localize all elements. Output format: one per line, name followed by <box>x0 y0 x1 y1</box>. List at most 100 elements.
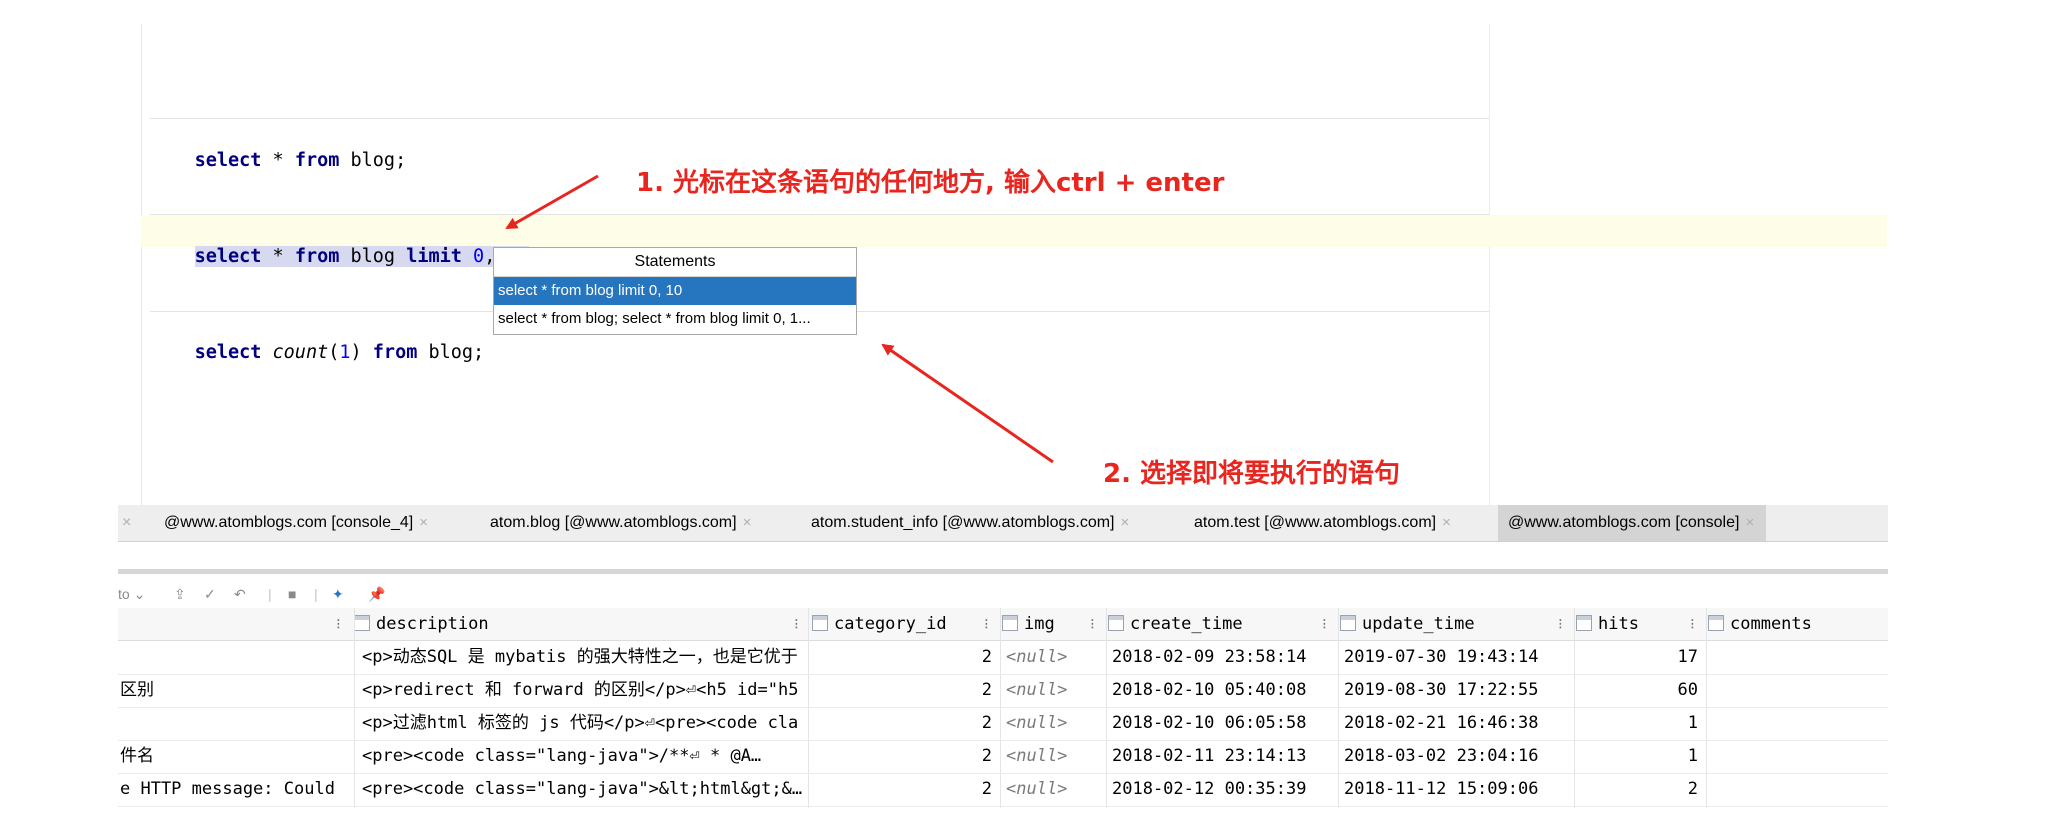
column-icon <box>1002 615 1018 631</box>
table-row[interactable]: e HTTP message: Could <pre><code class="… <box>118 773 1888 807</box>
cell-category-id[interactable]: 2 <box>812 740 992 772</box>
cell-img[interactable]: <null> <box>1006 641 1102 673</box>
column-label: update_time <box>1362 614 1475 634</box>
cell-img[interactable]: <null> <box>1006 674 1102 706</box>
divider-icon: | <box>268 586 272 602</box>
cell-create-time[interactable]: 2018-02-10 06:05:58 <box>1112 707 1334 739</box>
sort-icon[interactable]: ⁝ <box>794 608 799 640</box>
pin-icon[interactable]: 📌 <box>368 582 385 606</box>
cell-title[interactable]: 件名 <box>120 740 350 772</box>
close-icon[interactable]: × <box>743 514 752 531</box>
column-header-img[interactable]: img <box>1002 608 1055 640</box>
commit-icon[interactable]: ⇪ <box>174 582 186 606</box>
arrow-to-popup-icon <box>881 343 1054 464</box>
stop-icon[interactable]: ■ <box>288 582 296 606</box>
column-label: img <box>1024 614 1055 634</box>
column-label: description <box>376 614 489 634</box>
tab-label: @www.atomblogs.com [console] <box>1508 514 1740 531</box>
close-icon[interactable]: × <box>419 514 428 531</box>
cell-update-time[interactable]: 2018-03-02 23:04:16 <box>1344 740 1570 772</box>
cell-title[interactable] <box>120 707 350 739</box>
table-row[interactable]: 区别 <p>redirect 和 forward 的区别</p>⏎<h5 id=… <box>118 674 1888 708</box>
cell-description[interactable]: <pre><code class="lang-java">&lt;html&gt… <box>362 773 804 805</box>
results-toolbar: to ⌄ ⇪ ✓ ↶ | ■ | ✦ 📌 <box>118 580 718 608</box>
cell-update-time[interactable]: 2018-11-12 15:09:06 <box>1344 773 1570 805</box>
cell-create-time[interactable]: 2018-02-09 23:58:14 <box>1112 641 1334 673</box>
column-header-description[interactable]: description <box>354 608 489 640</box>
close-icon[interactable]: × <box>1121 514 1130 531</box>
cell-hits[interactable]: 2 <box>1578 773 1698 805</box>
cell-title[interactable]: e HTTP message: Could <box>120 773 350 805</box>
arrow-to-statement-icon <box>505 174 599 230</box>
sort-icon[interactable]: ⁝ <box>984 608 989 640</box>
cell-hits[interactable]: 1 <box>1578 707 1698 739</box>
column-label: category_id <box>834 614 947 634</box>
cell-update-time[interactable]: 2018-02-21 16:46:38 <box>1344 707 1570 739</box>
cell-category-id[interactable]: 2 <box>812 674 992 706</box>
tab-atom-blog[interactable]: atom.blog [@www.atomblogs.com] × <box>490 505 751 541</box>
cell-img[interactable]: <null> <box>1006 707 1102 739</box>
divider-icon: | <box>314 586 318 602</box>
cell-title[interactable]: 区别 <box>120 674 350 706</box>
tx-mode-label: to <box>118 586 130 602</box>
table-row[interactable]: <p>过滤html 标签的 js 代码</p>⏎<pre><code cla 2… <box>118 707 1888 741</box>
cell-title[interactable] <box>120 641 350 673</box>
results-grid: ⁝ description ⁝ category_id ⁝ img ⁝ crea… <box>118 608 1888 808</box>
column-header-update-time[interactable]: update_time <box>1340 608 1475 640</box>
panel-splitter[interactable] <box>118 569 1888 574</box>
column-icon <box>1576 615 1592 631</box>
column-label: comments <box>1730 614 1812 634</box>
column-header-hits[interactable]: hits <box>1576 608 1639 640</box>
table-row[interactable]: 件名 <pre><code class="lang-java">/**⏎ * @… <box>118 740 1888 774</box>
cell-category-id[interactable]: 2 <box>812 773 992 805</box>
sort-icon[interactable]: ⁝ <box>1322 608 1327 640</box>
close-icon[interactable]: × <box>1745 514 1754 531</box>
cell-create-time[interactable]: 2018-02-10 05:40:08 <box>1112 674 1334 706</box>
column-header-comments[interactable]: comments <box>1708 608 1812 640</box>
tab-atom-student-info[interactable]: atom.student_info [@www.atomblogs.com] × <box>811 505 1129 541</box>
cell-update-time[interactable]: 2019-07-30 19:43:14 <box>1344 641 1570 673</box>
column-icon <box>812 615 828 631</box>
cell-category-id[interactable]: 2 <box>812 707 992 739</box>
tab-label: atom.test [@www.atomblogs.com] <box>1194 514 1437 531</box>
cell-description[interactable]: <pre><code class="lang-java">/**⏎ * @A… <box>362 740 804 772</box>
column-header-category-id[interactable]: category_id <box>812 608 947 640</box>
close-icon[interactable]: × <box>1442 514 1451 531</box>
close-icon[interactable]: × <box>122 505 131 541</box>
cell-description[interactable]: <p>过滤html 标签的 js 代码</p>⏎<pre><code cla <box>362 707 804 739</box>
check-icon[interactable]: ✓ <box>204 582 216 606</box>
column-icon <box>1708 615 1724 631</box>
cell-category-id[interactable]: 2 <box>812 641 992 673</box>
grid-header: ⁝ description ⁝ category_id ⁝ img ⁝ crea… <box>118 608 1888 641</box>
cell-img[interactable]: <null> <box>1006 740 1102 772</box>
cell-create-time[interactable]: 2018-02-11 23:14:13 <box>1112 740 1334 772</box>
sparkle-icon[interactable]: ✦ <box>332 582 344 606</box>
sort-icon[interactable]: ⁝ <box>1090 608 1095 640</box>
sort-icon[interactable]: ⁝ <box>1690 608 1695 640</box>
sort-icon[interactable]: ⁝ <box>1558 608 1563 640</box>
cell-description[interactable]: <p>redirect 和 forward 的区别</p>⏎<h5 id="h5 <box>362 674 804 706</box>
cell-hits[interactable]: 1 <box>1578 740 1698 772</box>
column-header-create-time[interactable]: create_time <box>1108 608 1243 640</box>
annotation-arrows <box>505 174 1054 464</box>
console-tab-bar: × @www.atomblogs.com [console_4] × atom.b… <box>118 505 1888 542</box>
tab-console[interactable]: @www.atomblogs.com [console] × <box>1498 505 1767 541</box>
cell-hits[interactable]: 60 <box>1578 674 1698 706</box>
sql-editor[interactable]: select * from blog; select * from blog l… <box>0 0 2053 505</box>
tab-label: atom.student_info [@www.atomblogs.com] <box>811 514 1115 531</box>
cell-hits[interactable]: 17 <box>1578 641 1698 673</box>
cell-description[interactable]: <p>动态SQL 是 mybatis 的强大特性之一，也是它优于 <box>362 641 804 673</box>
cell-update-time[interactable]: 2019-08-30 17:22:55 <box>1344 674 1570 706</box>
column-icon <box>1340 615 1356 631</box>
undo-icon[interactable]: ↶ <box>234 582 246 606</box>
tab-atom-test[interactable]: atom.test [@www.atomblogs.com] × <box>1194 505 1451 541</box>
table-row[interactable]: <p>动态SQL 是 mybatis 的强大特性之一，也是它优于 2 <null… <box>118 641 1888 675</box>
column-label: hits <box>1598 614 1639 634</box>
cell-create-time[interactable]: 2018-02-12 00:35:39 <box>1112 773 1334 805</box>
cell-img[interactable]: <null> <box>1006 773 1102 805</box>
column-icon <box>1108 615 1124 631</box>
tx-mode-dropdown[interactable]: to ⌄ <box>118 582 145 606</box>
tab-console-4[interactable]: @www.atomblogs.com [console_4] × <box>164 505 428 541</box>
tab-label: @www.atomblogs.com [console_4] <box>164 514 414 531</box>
sort-icon[interactable]: ⁝ <box>336 608 341 640</box>
